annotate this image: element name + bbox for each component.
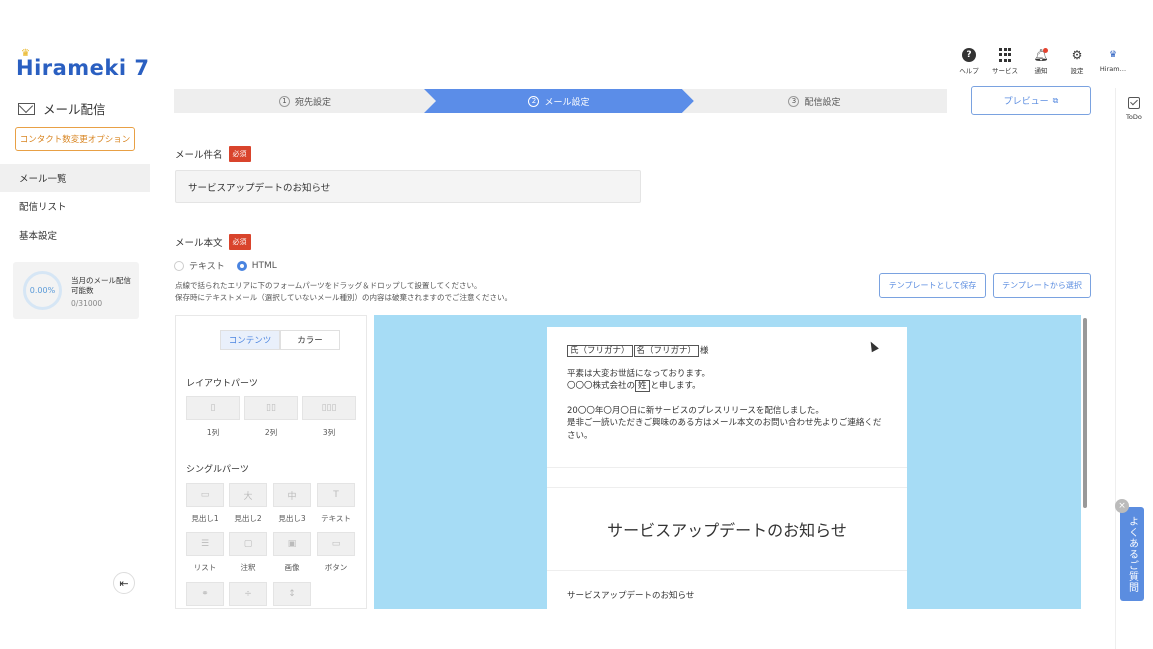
quota-progress-ring: 0.00% [23,271,62,310]
canvas-scrollbar[interactable] [1083,318,1087,508]
sidebar-item-mail-list[interactable]: メール一覧 [0,164,150,192]
link-part[interactable]: ⚭ [186,582,224,606]
grid-icon [998,48,1012,62]
required-badge: 必須 [228,234,251,250]
body-format-radio-group: テキスト HTML [174,259,277,272]
heading3-part[interactable]: 中 [273,483,311,507]
step-delivery-settings[interactable]: 3 配信設定 [682,89,947,113]
settings-button[interactable]: ⚙ 設定 [1059,48,1095,75]
greeting-text-block[interactable]: 氏（フリガナ） 名（フリガナ）様 平素は大変お世話になっております。 〇〇〇株式会… [547,327,907,468]
required-badge: 必須 [228,146,251,162]
save-template-button[interactable]: テンプレートとして保存 [879,273,986,298]
sidebar-item-delivery-list[interactable]: 配信リスト [0,192,150,220]
hirameki-logo[interactable]: ♛ Hirameki 7 [16,48,150,80]
last-name-tag[interactable]: 氏（フリガナ） [567,345,633,357]
text-part[interactable]: T [317,483,355,507]
quota-label: 当月のメール配信可能数 [71,276,131,295]
todo-icon [1127,97,1140,109]
spacer-block[interactable] [547,468,907,488]
faq-button[interactable]: よくあるご質問 [1120,507,1144,601]
avatar-icon: ♛ [1108,50,1118,60]
button-part[interactable]: ▭ [317,532,355,556]
format-text-radio[interactable]: テキスト [174,259,225,272]
collapse-sidebar-icon[interactable]: ⇤ [113,572,135,594]
heading1-part[interactable]: ▭ [186,483,224,507]
image-part[interactable]: ▣ [273,532,311,556]
email-editor-canvas[interactable]: 氏（フリガナ） 名（フリガナ）様 平素は大変お世話になっております。 〇〇〇株式会… [374,315,1081,609]
body-label: メール本文 必須 [175,234,251,250]
step-indicator: 1 宛先設定 2 メール設定 3 配信設定 [174,89,947,113]
mail-delivery-header: メール配信 [18,99,106,118]
crown-icon: ♛ [21,48,31,59]
account-button[interactable]: ♛ Hiram… [1095,48,1131,75]
first-name-tag[interactable]: 名（フリガナ） [633,345,700,357]
layout-1col-part[interactable]: ▯ [186,396,240,420]
sidebar: ♛ Hirameki 7 メール配信 コンタクト数変更オプション メール一覧 配… [0,40,150,649]
top-bar: ? ヘルプ サービス 🔔︎ 通知 ⚙ 設定 ♛ Hiram… [951,48,1131,75]
parts-tabs: コンテンツ カラー [220,330,340,350]
todo-button[interactable]: ToDo [1126,97,1142,121]
spacer-part[interactable]: ↕ [273,582,311,606]
layout-2col-part[interactable]: ▯▯ [244,396,298,420]
help-icon: ? [962,48,976,62]
format-html-radio[interactable]: HTML [236,259,277,272]
subject-label: メール件名 必須 [175,146,251,162]
notifications-button[interactable]: 🔔︎ 通知 [1023,48,1059,75]
quota-count: 0/31000 [71,299,103,308]
step-destination[interactable]: 1 宛先設定 [174,89,436,113]
heading-block[interactable]: サービスアップデートのお知らせ [547,488,907,571]
tab-color[interactable]: カラー [280,330,340,350]
parts-panel: コンテンツ カラー レイアウトパーツ ▯ ▯▯ ▯▯▯ 1列 2列 3列 シング… [175,315,367,609]
help-button[interactable]: ? ヘルプ [951,48,987,75]
gear-icon: ⚙ [1071,48,1083,62]
list-part[interactable]: ☰ [186,532,224,556]
single-parts-title: シングルパーツ [186,465,249,475]
step-mail-settings[interactable]: 2 メール設定 [424,89,694,113]
close-icon[interactable]: × [1115,499,1129,513]
heading2-part[interactable]: 大 [229,483,267,507]
layout-3col-part[interactable]: ▯▯▯ [302,396,356,420]
editor-notes: 点線で括られたエリアに下のフォームパーツをドラッグ＆ドロップして設置してください… [175,281,513,302]
divider-part[interactable]: ÷ [229,582,267,606]
layout-parts-title: レイアウトパーツ [186,379,258,389]
note-part[interactable]: ▢ [229,532,267,556]
external-link-icon: ⧉ [1052,95,1059,105]
select-template-button[interactable]: テンプレートから選択 [993,273,1091,298]
mail-delivery-title: メール配信 [43,102,106,117]
tab-contents[interactable]: コンテンツ [220,330,280,350]
preview-button[interactable]: プレビュー ⧉ [971,86,1091,115]
mail-quota-card: 0.00% 当月のメール配信可能数 0/31000 [13,262,139,319]
mail-icon [18,102,35,115]
bell-icon: 🔔︎ [1033,48,1049,62]
subject-input[interactable]: サービスアップデートのお知らせ [175,170,641,203]
body-text-block[interactable]: サービスアップデートのお知らせ [547,571,907,609]
sender-name-tag[interactable]: 姓 [635,380,650,392]
sidebar-item-basic-settings[interactable]: 基本設定 [0,221,150,249]
email-sheet: 氏（フリガナ） 名（フリガナ）様 平素は大変お世話になっております。 〇〇〇株式会… [547,327,907,609]
contact-option-button[interactable]: コンタクト数変更オプション [15,127,135,151]
services-button[interactable]: サービス [987,48,1023,75]
